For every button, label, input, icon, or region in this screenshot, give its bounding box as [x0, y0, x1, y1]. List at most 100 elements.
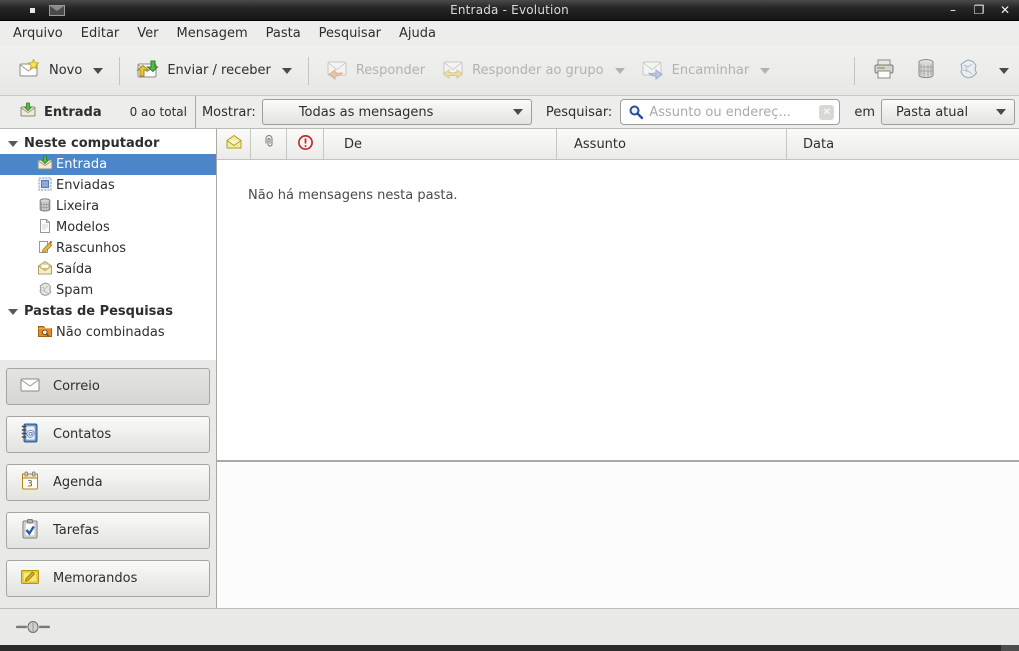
templates-icon — [37, 218, 53, 238]
close-button[interactable]: ✕ — [999, 3, 1011, 17]
view-switcher: Correio @ Contatos 3 Agenda Tarefas Memo… — [0, 360, 216, 608]
reply-button[interactable]: Responder — [317, 51, 433, 91]
tree-section-local[interactable]: Neste computador — [0, 133, 216, 154]
column-priority[interactable] — [287, 129, 324, 159]
switcher-tarefas[interactable]: Tarefas — [6, 512, 210, 549]
new-button[interactable]: Novo — [10, 51, 111, 91]
expander-icon[interactable] — [8, 309, 18, 315]
drafts-icon — [37, 239, 53, 259]
folder-item-modelos[interactable]: Modelos — [0, 217, 216, 238]
maximize-button[interactable]: ❐ — [973, 3, 985, 17]
folder-item-label: Rascunhos — [56, 241, 126, 256]
menu-ajuda[interactable]: Ajuda — [390, 23, 445, 44]
message-list-header: De Assunto Data — [217, 129, 1019, 160]
calendar-icon: 3 — [19, 470, 41, 496]
new-dropdown-arrow-icon[interactable] — [93, 68, 103, 74]
folder-tree: Neste computador Entrada Enviadas Lixeir… — [0, 129, 216, 360]
main-toolbar: Novo Enviar / receber Responder Responde… — [0, 46, 1019, 96]
junk-button[interactable] — [947, 51, 989, 91]
menu-bar: Arquivo Editar Ver Mensagem Pasta Pesqui… — [0, 21, 1019, 46]
svg-text:@: @ — [26, 429, 35, 439]
outbox-icon — [37, 260, 53, 280]
search-folder-icon — [37, 323, 53, 343]
chevron-down-icon — [996, 109, 1006, 115]
folder-item-label: Spam — [56, 283, 93, 298]
column-de[interactable]: De — [324, 129, 557, 159]
search-label: Pesquisar: — [546, 105, 613, 120]
folder-item-entrada[interactable]: Entrada — [0, 154, 216, 175]
reply-all-icon — [441, 57, 465, 85]
folder-item-spam[interactable]: Spam — [0, 280, 216, 301]
reply-group-button[interactable]: Responder ao grupo — [433, 51, 633, 91]
folder-item-label: Entrada — [56, 157, 107, 172]
menu-ver[interactable]: Ver — [128, 23, 167, 44]
switcher-label: Tarefas — [53, 523, 99, 538]
switcher-memorandos[interactable]: Memorandos — [6, 560, 210, 597]
folder-item-label: Não combinadas — [56, 325, 165, 340]
send-receive-dropdown-arrow-icon[interactable] — [282, 68, 292, 74]
minimize-button[interactable]: – — [947, 3, 959, 17]
reply-group-button-label: Responder ao grupo — [472, 63, 604, 78]
folder-item-enviadas[interactable]: Enviadas — [0, 175, 216, 196]
message-pane: De Assunto Data Não há mensagens nesta p… — [217, 129, 1019, 608]
delete-button[interactable] — [905, 51, 947, 91]
current-folder-summary: Entrada 0 ao total — [0, 96, 196, 128]
print-icon — [872, 57, 896, 85]
titlebar-bullet-icon — [30, 8, 35, 13]
send-receive-button[interactable]: Enviar / receber — [128, 51, 300, 91]
search-scope-dropdown[interactable]: Pasta atual — [881, 99, 1015, 125]
tree-section-search-folders[interactable]: Pastas de Pesquisas — [0, 301, 216, 322]
column-label: De — [344, 137, 362, 152]
show-filter-dropdown[interactable]: Todas as mensagens — [262, 99, 532, 125]
switcher-label: Contatos — [53, 427, 111, 442]
inbox-icon — [37, 155, 53, 175]
reply-icon — [325, 57, 349, 85]
folder-item-nao-combinadas[interactable]: Não combinadas — [0, 322, 216, 343]
folder-header-row: Entrada 0 ao total Mostrar: Todas as men… — [0, 96, 1019, 129]
folder-item-saida[interactable]: Saída — [0, 259, 216, 280]
menu-pesquisar[interactable]: Pesquisar — [310, 23, 390, 44]
resize-grip[interactable] — [1001, 645, 1019, 651]
switcher-contatos[interactable]: @ Contatos — [6, 416, 210, 453]
menu-arquivo[interactable]: Arquivo — [4, 23, 72, 44]
message-list[interactable]: Não há mensagens nesta pasta. — [217, 160, 1019, 460]
search-scope-value: Pasta atual — [896, 105, 986, 120]
folder-item-lixeira[interactable]: Lixeira — [0, 196, 216, 217]
column-label: Assunto — [574, 137, 626, 152]
trash-icon — [37, 197, 53, 217]
contacts-icon: @ — [19, 422, 41, 448]
search-box[interactable]: ✕ — [620, 99, 840, 125]
reply-group-dropdown-arrow-icon[interactable] — [615, 68, 625, 74]
switcher-correio[interactable]: Correio — [6, 368, 210, 405]
tasks-icon — [19, 518, 41, 544]
column-assunto[interactable]: Assunto — [557, 129, 787, 159]
clear-search-icon[interactable]: ✕ — [819, 105, 834, 120]
column-read-status[interactable] — [217, 129, 251, 159]
menu-mensagem[interactable]: Mensagem — [168, 23, 257, 44]
search-input[interactable] — [649, 105, 819, 120]
overflow-arrow-icon[interactable] — [999, 68, 1009, 74]
search-icon — [628, 104, 644, 120]
forward-icon — [641, 57, 665, 85]
window-bottom-edge — [0, 645, 1019, 651]
switcher-agenda[interactable]: 3 Agenda — [6, 464, 210, 501]
folder-item-rascunhos[interactable]: Rascunhos — [0, 238, 216, 259]
window-title: Entrada - Evolution — [128, 3, 891, 17]
online-plug-icon[interactable] — [16, 619, 50, 635]
evolution-window: Entrada - Evolution – ❐ ✕ Arquivo Editar… — [0, 0, 1019, 651]
menu-editar[interactable]: Editar — [72, 23, 129, 44]
menu-pasta[interactable]: Pasta — [257, 23, 310, 44]
current-folder-name: Entrada — [44, 105, 102, 120]
print-button[interactable] — [863, 51, 905, 91]
forward-dropdown-arrow-icon[interactable] — [760, 68, 770, 74]
titlebar[interactable]: Entrada - Evolution – ❐ ✕ — [0, 0, 1019, 21]
column-data[interactable]: Data — [787, 129, 1019, 159]
folder-item-label: Modelos — [56, 220, 110, 235]
folder-message-count: 0 ao total — [130, 105, 187, 119]
column-attachment[interactable] — [251, 129, 287, 159]
forward-button[interactable]: Encaminhar — [633, 51, 779, 91]
expander-icon[interactable] — [8, 141, 18, 147]
forward-button-label: Encaminhar — [672, 63, 750, 78]
switcher-label: Memorandos — [53, 571, 137, 586]
switcher-label: Agenda — [53, 475, 103, 490]
